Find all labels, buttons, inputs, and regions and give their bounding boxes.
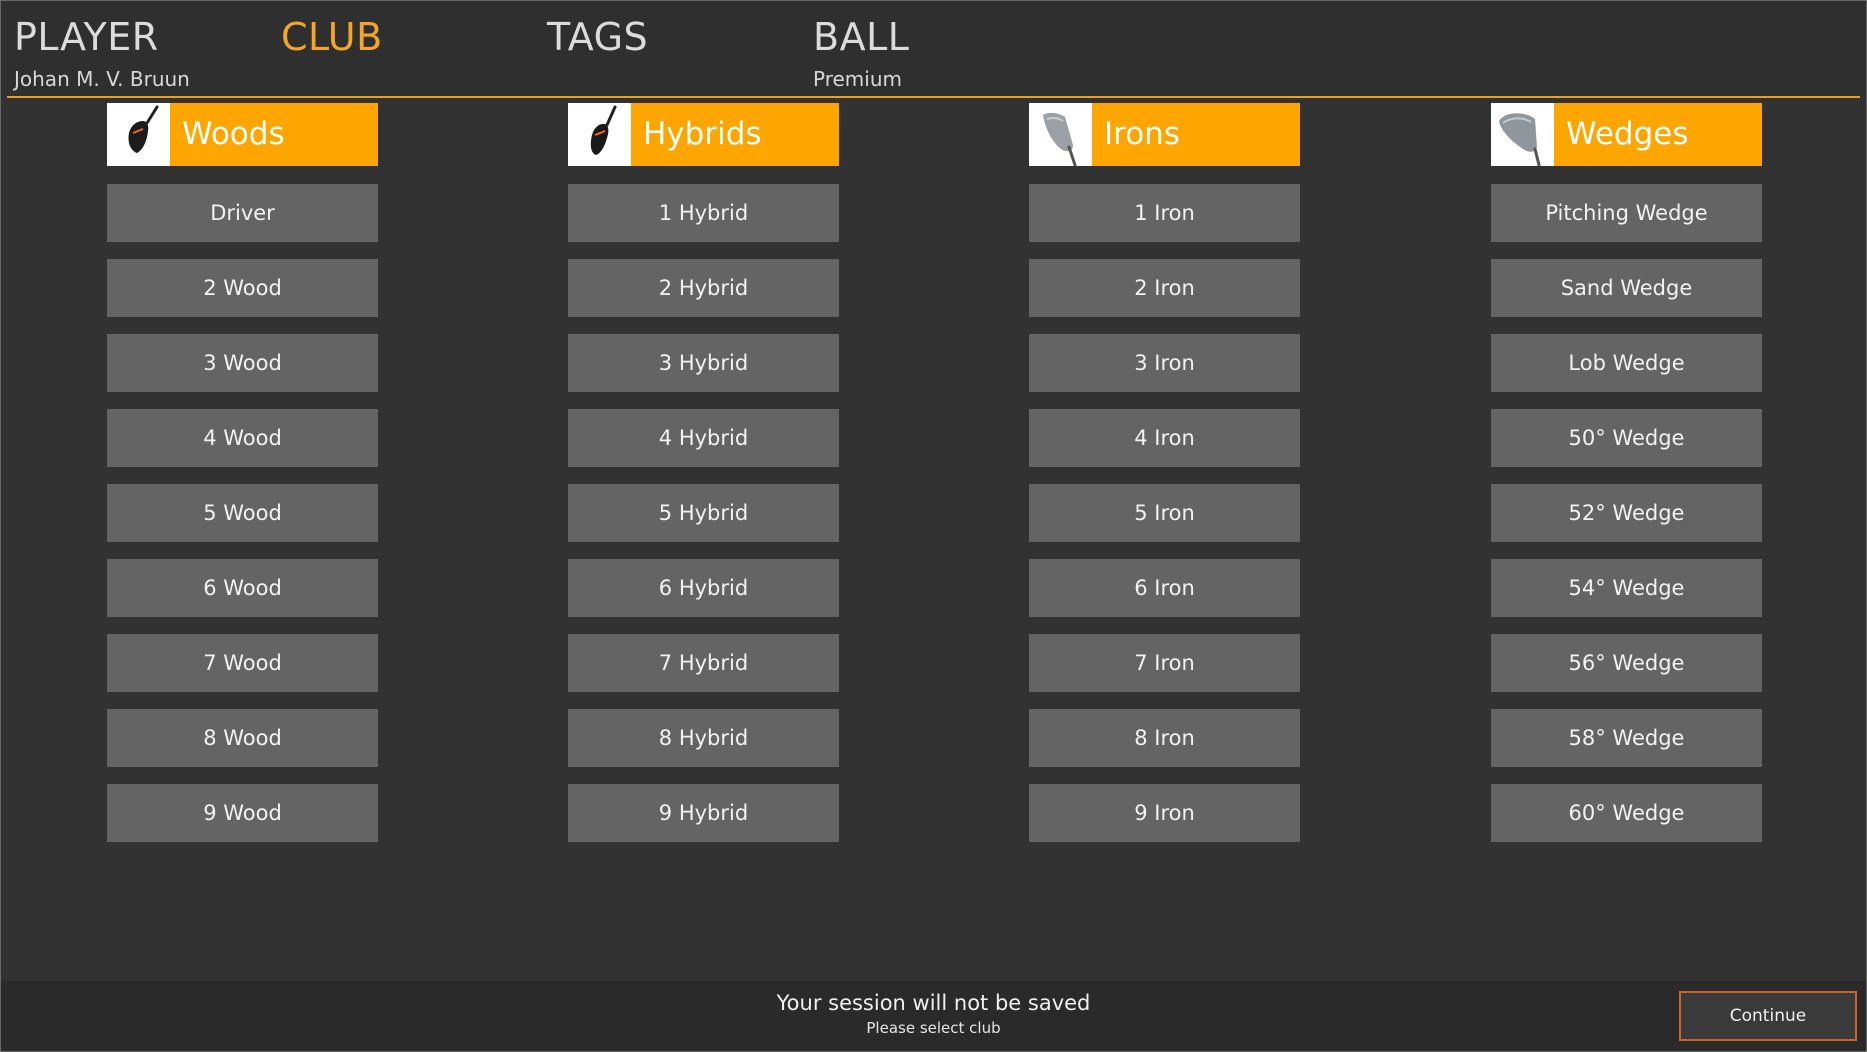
tab-club-label: CLUB xyxy=(281,15,383,59)
tab-club[interactable]: CLUB xyxy=(281,13,383,61)
continue-button[interactable]: Continue xyxy=(1679,991,1857,1041)
club-button-7-hybrid[interactable]: 7 Hybrid xyxy=(568,634,839,692)
club-button-8-hybrid[interactable]: 8 Hybrid xyxy=(568,709,839,767)
club-button-6-hybrid[interactable]: 6 Hybrid xyxy=(568,559,839,617)
club-button-sand-wedge[interactable]: Sand Wedge xyxy=(1491,259,1762,317)
club-button-7-iron[interactable]: 7 Iron xyxy=(1029,634,1300,692)
app-window: PLAYER Johan M. V. Bruun CLUB TAGS BALL … xyxy=(0,0,1867,1052)
club-button-60-wedge[interactable]: 60° Wedge xyxy=(1491,784,1762,842)
club-button-9-hybrid[interactable]: 9 Hybrid xyxy=(568,784,839,842)
driver-club-icon xyxy=(107,103,170,166)
club-button-2-wood[interactable]: 2 Wood xyxy=(107,259,378,317)
status-footer: Your session will not be saved Please se… xyxy=(1,981,1866,1051)
header-divider xyxy=(7,96,1860,98)
category-header-hybrids[interactable]: Hybrids xyxy=(568,103,839,166)
club-button-2-hybrid[interactable]: 2 Hybrid xyxy=(568,259,839,317)
club-button-8-iron[interactable]: 8 Iron xyxy=(1029,709,1300,767)
club-button-56-wedge[interactable]: 56° Wedge xyxy=(1491,634,1762,692)
club-button-58-wedge[interactable]: 58° Wedge xyxy=(1491,709,1762,767)
club-button-3-iron[interactable]: 3 Iron xyxy=(1029,334,1300,392)
ball-type: Premium xyxy=(813,67,902,91)
club-button-2-iron[interactable]: 2 Iron xyxy=(1029,259,1300,317)
club-button-9-iron[interactable]: 9 Iron xyxy=(1029,784,1300,842)
club-button-1-hybrid[interactable]: 1 Hybrid xyxy=(568,184,839,242)
club-button-50-wedge[interactable]: 50° Wedge xyxy=(1491,409,1762,467)
tab-player[interactable]: PLAYER Johan M. V. Bruun xyxy=(14,13,190,93)
club-button-3-hybrid[interactable]: 3 Hybrid xyxy=(568,334,839,392)
club-button-4-wood[interactable]: 4 Wood xyxy=(107,409,378,467)
category-label-hybrids: Hybrids xyxy=(643,116,762,152)
wedges-column: Wedges Pitching Wedge Sand Wedge Lob Wed… xyxy=(1491,103,1762,842)
club-button-4-hybrid[interactable]: 4 Hybrid xyxy=(568,409,839,467)
club-button-1-iron[interactable]: 1 Iron xyxy=(1029,184,1300,242)
irons-column: Irons 1 Iron 2 Iron 3 Iron 4 Iron 5 Iron… xyxy=(1029,103,1300,842)
club-button-8-wood[interactable]: 8 Wood xyxy=(107,709,378,767)
tab-tags-label: TAGS xyxy=(547,15,649,59)
club-button-4-iron[interactable]: 4 Iron xyxy=(1029,409,1300,467)
club-button-9-wood[interactable]: 9 Wood xyxy=(107,784,378,842)
category-header-wedges[interactable]: Wedges xyxy=(1491,103,1762,166)
tab-ball[interactable]: BALL Premium xyxy=(813,13,909,93)
wedges-club-list: Pitching Wedge Sand Wedge Lob Wedge 50° … xyxy=(1491,184,1762,842)
woods-club-list: Driver 2 Wood 3 Wood 4 Wood 5 Wood 6 Woo… xyxy=(107,184,378,842)
category-label-irons: Irons xyxy=(1104,116,1180,152)
tab-player-label: PLAYER xyxy=(14,15,159,59)
hybrids-column: Hybrids 1 Hybrid 2 Hybrid 3 Hybrid 4 Hyb… xyxy=(568,103,839,842)
club-button-3-wood[interactable]: 3 Wood xyxy=(107,334,378,392)
club-button-5-wood[interactable]: 5 Wood xyxy=(107,484,378,542)
hybrid-club-icon xyxy=(568,103,631,166)
tab-ball-label: BALL xyxy=(813,15,910,59)
top-navigation: PLAYER Johan M. V. Bruun CLUB TAGS BALL … xyxy=(1,1,1866,98)
club-button-lob-wedge[interactable]: Lob Wedge xyxy=(1491,334,1762,392)
wedge-club-icon xyxy=(1491,103,1554,166)
irons-club-list: 1 Iron 2 Iron 3 Iron 4 Iron 5 Iron 6 Iro… xyxy=(1029,184,1300,842)
club-button-5-iron[interactable]: 5 Iron xyxy=(1029,484,1300,542)
club-button-54-wedge[interactable]: 54° Wedge xyxy=(1491,559,1762,617)
iron-club-icon xyxy=(1029,103,1092,166)
category-label-wedges: Wedges xyxy=(1566,116,1689,152)
selection-hint: Please select club xyxy=(866,1019,1001,1037)
club-button-driver[interactable]: Driver xyxy=(107,184,378,242)
hybrids-club-list: 1 Hybrid 2 Hybrid 3 Hybrid 4 Hybrid 5 Hy… xyxy=(568,184,839,842)
category-label-woods: Woods xyxy=(182,116,285,152)
category-header-irons[interactable]: Irons xyxy=(1029,103,1300,166)
club-button-52-wedge[interactable]: 52° Wedge xyxy=(1491,484,1762,542)
session-warning: Your session will not be saved xyxy=(776,991,1091,1015)
player-name: Johan M. V. Bruun xyxy=(14,67,190,91)
club-button-pitching-wedge[interactable]: Pitching Wedge xyxy=(1491,184,1762,242)
category-header-woods[interactable]: Woods xyxy=(107,103,378,166)
club-button-5-hybrid[interactable]: 5 Hybrid xyxy=(568,484,839,542)
woods-column: Woods Driver 2 Wood 3 Wood 4 Wood 5 Wood… xyxy=(107,103,378,842)
club-button-6-iron[interactable]: 6 Iron xyxy=(1029,559,1300,617)
club-button-7-wood[interactable]: 7 Wood xyxy=(107,634,378,692)
tab-tags[interactable]: TAGS xyxy=(547,13,648,61)
club-button-6-wood[interactable]: 6 Wood xyxy=(107,559,378,617)
